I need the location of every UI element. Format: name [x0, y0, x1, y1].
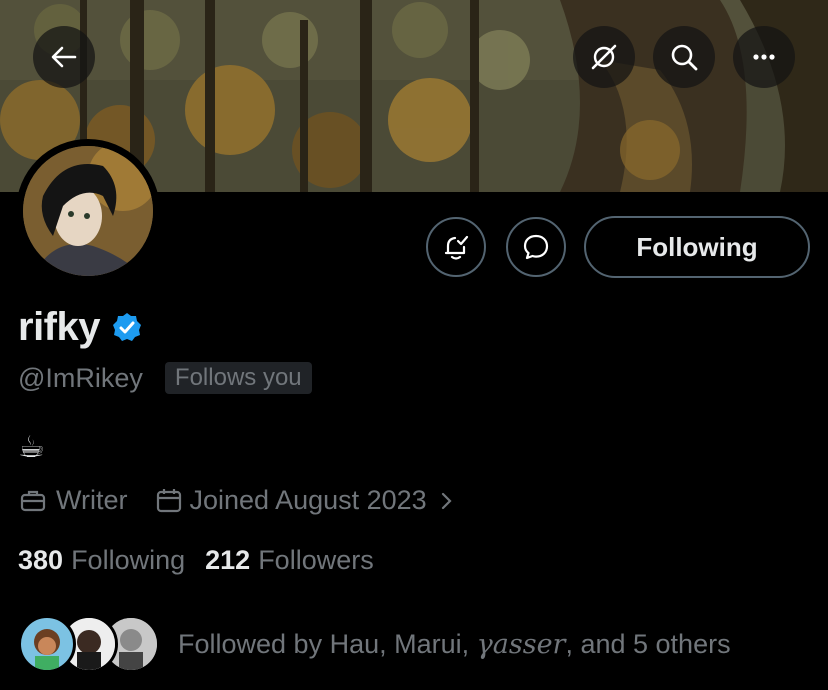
followed-by-name3: 𝛾asser: [476, 628, 566, 660]
following-stat[interactable]: 380 Following: [18, 545, 185, 576]
search-icon: [671, 44, 698, 71]
chat-bubble-icon: [523, 234, 549, 260]
profile-avatar[interactable]: [16, 139, 160, 283]
following-count: 380: [18, 545, 64, 575]
profession-item: Writer: [18, 485, 128, 516]
grok-button[interactable]: [573, 26, 635, 88]
bell-check-icon: [444, 235, 469, 260]
bio-text: ☕: [18, 430, 45, 465]
joined-text: Joined August 2023: [189, 485, 427, 515]
message-button[interactable]: [506, 217, 566, 277]
followed-by-prefix: Followed by Hau, Marui,: [178, 628, 477, 659]
follow-stats: 380 Following 212 Followers: [18, 545, 374, 576]
briefcase-icon: [20, 490, 46, 511]
following-button[interactable]: Following: [584, 216, 810, 278]
username-handle: @ImRikey: [18, 362, 143, 393]
verified-badge-icon[interactable]: [110, 311, 144, 345]
mutual-avatars: [18, 615, 160, 673]
followed-by-text: Followed by Hau, Marui, 𝛾asser, and 5 ot…: [178, 629, 731, 660]
avatar-image: [23, 146, 153, 276]
mutual-avatar: [18, 615, 76, 673]
followed-by-row[interactable]: Followed by Hau, Marui, 𝛾asser, and 5 ot…: [18, 615, 731, 673]
notifications-button[interactable]: [426, 217, 486, 277]
handle-row: @ImRikey Follows you: [18, 362, 312, 394]
grok-icon: [591, 44, 617, 70]
profile-meta: Writer Joined August 2023: [18, 485, 457, 516]
back-button[interactable]: [33, 26, 95, 88]
more-button[interactable]: [733, 26, 795, 88]
chevron-right-icon: [441, 492, 452, 509]
followed-by-suffix: , and 5 others: [565, 628, 731, 659]
follows-you-badge: Follows you: [164, 362, 312, 394]
display-name: rifky: [18, 305, 101, 349]
following-label: Following: [71, 545, 186, 575]
display-name-row: rifky: [18, 305, 144, 350]
followers-count: 212: [205, 545, 251, 575]
more-icon: [753, 54, 775, 60]
back-arrow-icon: [51, 46, 77, 68]
profession-text: Writer: [56, 485, 128, 515]
joined-item[interactable]: Joined August 2023: [154, 485, 457, 516]
search-button[interactable]: [653, 26, 715, 88]
calendar-icon: [156, 488, 181, 512]
followers-label: Followers: [258, 545, 374, 575]
followers-stat[interactable]: 212 Followers: [205, 545, 374, 576]
